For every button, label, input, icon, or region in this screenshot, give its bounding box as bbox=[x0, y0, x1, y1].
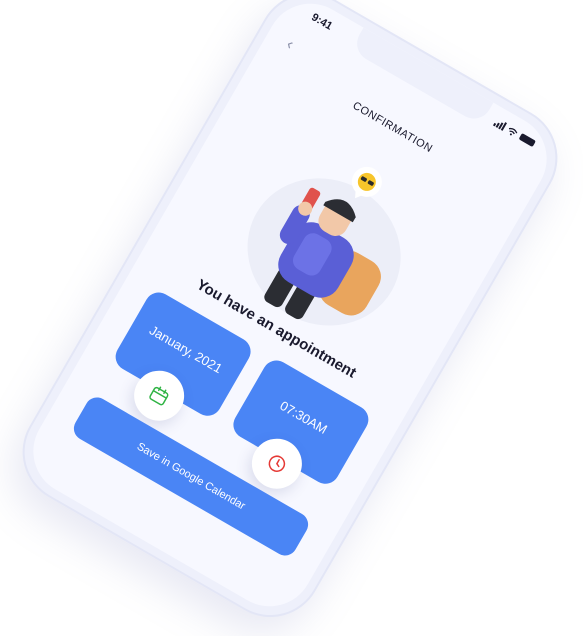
status-time: 9:41 bbox=[309, 11, 335, 33]
calendar-icon bbox=[149, 386, 169, 406]
signal-icon bbox=[492, 118, 508, 131]
battery-icon bbox=[518, 133, 536, 148]
scene: 9:41 ‹ CONFIRMATION You have an appointm… bbox=[0, 0, 583, 636]
phone-mockup: 9:41 ‹ CONFIRMATION You have an appointm… bbox=[3, 0, 577, 636]
clock-icon bbox=[268, 455, 286, 472]
wifi-icon bbox=[509, 127, 518, 135]
person-illustration bbox=[247, 166, 401, 326]
back-chevron-icon[interactable]: ‹ bbox=[283, 36, 296, 53]
